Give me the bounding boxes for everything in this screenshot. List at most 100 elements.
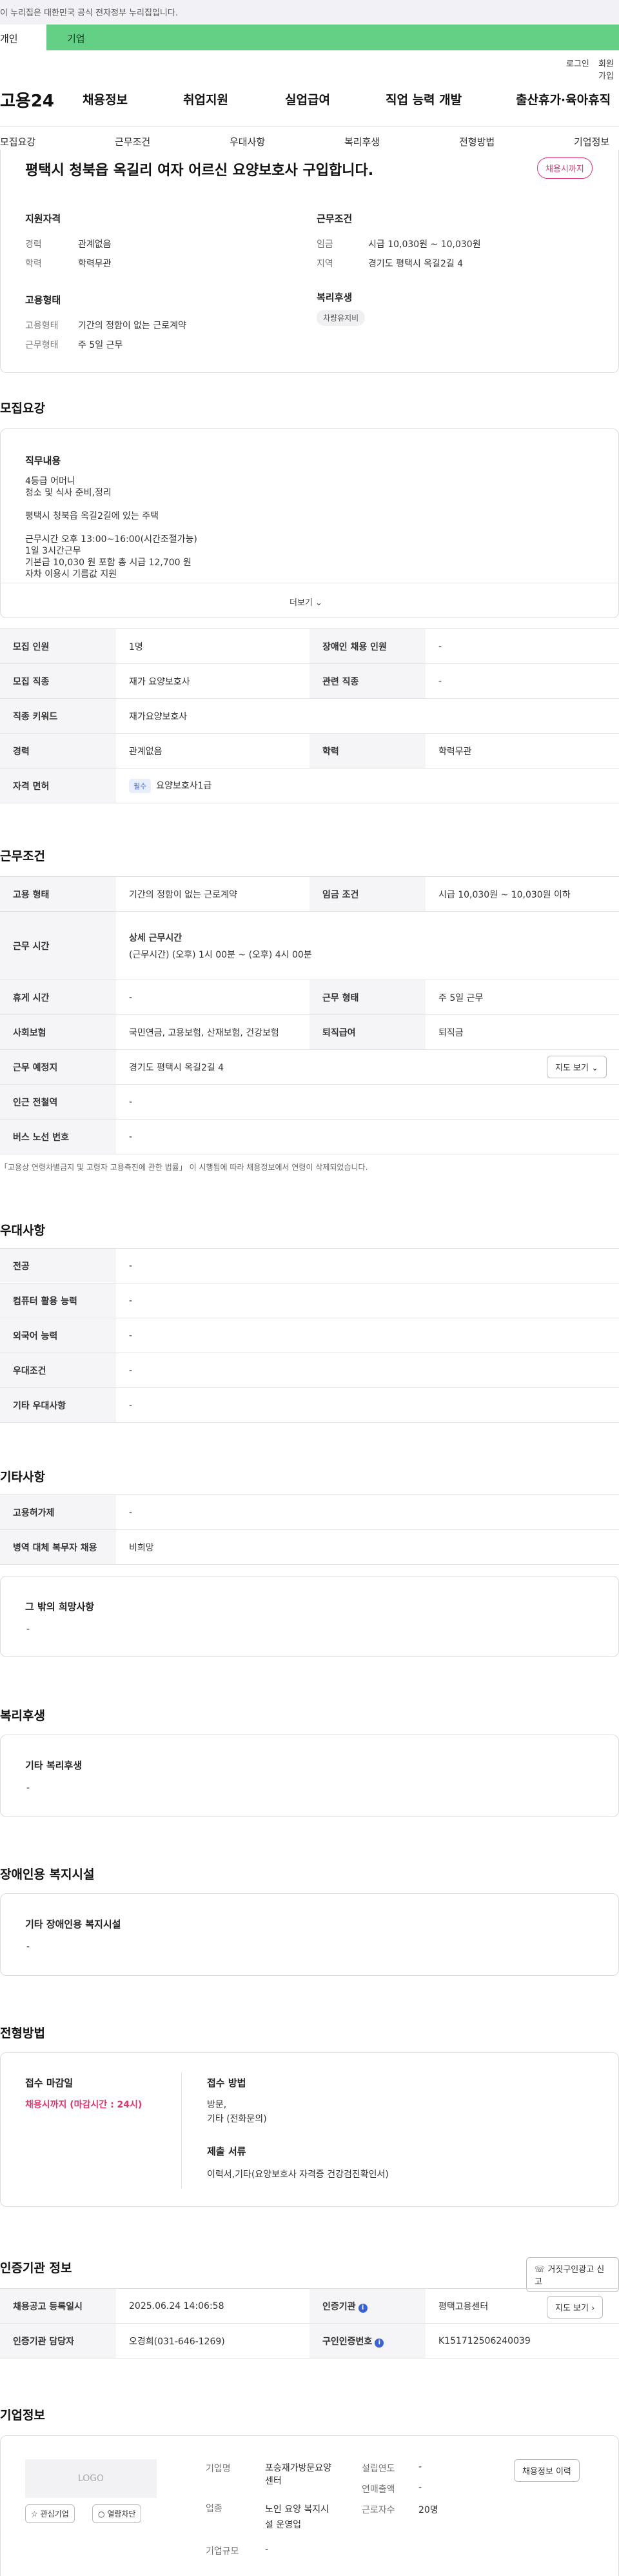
- region-label: 지역: [317, 259, 333, 269]
- chevron-down-icon: ⌄: [315, 598, 322, 608]
- gnb-skill-development[interactable]: 직업 능력 개발: [386, 90, 462, 108]
- block-label: 열람차단: [107, 2510, 136, 2519]
- cell-label: 모집 직종: [0, 663, 116, 699]
- table-row: 근무 예정지 경기도 평택시 옥길2길 4: [0, 1049, 619, 1085]
- recruit-table: 모집 인원 1명 장애인 채용 인원 - 모집 직종 재가 요양보호사 관련 직…: [0, 629, 619, 803]
- org-label: 인증기관: [322, 2301, 356, 2312]
- cell-value: -: [116, 1387, 619, 1423]
- nav-company[interactable]: 기업정보: [574, 135, 609, 148]
- table-row: 모집 직종 재가 요양보호사 관련 직종 -: [0, 663, 619, 699]
- info-icon[interactable]: i: [375, 2338, 384, 2348]
- nav-selection[interactable]: 전형방법: [459, 135, 495, 148]
- status-badge: 채용시까지: [537, 157, 593, 179]
- cell-label: 인증기관 i: [310, 2288, 426, 2324]
- cell-value: -: [116, 1494, 619, 1530]
- wage-label: 임금: [317, 239, 333, 250]
- career-value: 관계없음: [78, 239, 112, 250]
- table-row: 인증기관 담당자 오경희(031-646-1269) 구인인증번호 i K1517…: [0, 2323, 619, 2359]
- more-button[interactable]: 더보기 ⌄: [290, 596, 322, 608]
- table-row: 병역 대체 복무자 채용 비희망: [0, 1529, 619, 1565]
- founded-value: -: [418, 2462, 422, 2472]
- nav-welfare[interactable]: 복리후생: [344, 135, 380, 148]
- duty-line: 평택시 청북읍 옥길2길에 있는 주택: [25, 511, 159, 521]
- gnb-employment-support[interactable]: 취업지원: [183, 90, 228, 108]
- docs-value: 이력서,기타(요양보호사 자격증 건강검진확인서): [207, 2169, 389, 2180]
- industry-value: 노인 요양 복지시 설 운영업: [265, 2502, 329, 2533]
- deadline-title: 접수 마감일: [25, 2077, 74, 2089]
- wish-card: 그 밖의 희망사항 -: [0, 1576, 619, 1657]
- table-row: 근무 시간 상세 근무시간 (근무시간) (오후) 1시 00분 ~ (오후) …: [0, 911, 619, 980]
- gnb-parental-leave[interactable]: 출산휴가·육아휴직: [516, 90, 611, 108]
- cell-value: 1명: [116, 629, 310, 664]
- cell-value: 2025.06.24 14:06:58: [116, 2288, 310, 2324]
- table-row: 인근 전철역 -: [0, 1084, 619, 1120]
- cell-label: 버스 노선 번호: [0, 1119, 116, 1154]
- star-icon: ☆: [31, 2510, 38, 2519]
- report-button[interactable]: ☏ 거짓구인광고 신고: [526, 2257, 619, 2292]
- employees-value: 20명: [418, 2505, 438, 2515]
- wish-title: 그 밖의 희망사항: [25, 1601, 95, 1613]
- table-row: 버스 노선 번호 -: [0, 1119, 619, 1154]
- deadline-value: 채용시까지 (마감시간 : 24시): [25, 2100, 142, 2110]
- nav-preference[interactable]: 우대사항: [230, 135, 265, 148]
- cell-value: -: [116, 1318, 619, 1353]
- founded-label: 설립연도: [362, 2464, 395, 2474]
- welfare-box-value: -: [26, 1783, 30, 1793]
- cell-label: 고용허가제: [0, 1494, 116, 1530]
- docs-title: 제출 서류: [207, 2146, 246, 2157]
- etc-table: 고용허가제 - 병역 대체 복무자 채용 비희망: [0, 1494, 619, 1565]
- nav-recruit[interactable]: 모집요강: [0, 135, 35, 148]
- required-tag: 필수: [129, 778, 152, 793]
- cell-value: -: [116, 1283, 619, 1318]
- cell-value: 경기도 평택시 옥길2길 4: [116, 1049, 619, 1085]
- tab-company[interactable]: 기업: [46, 25, 619, 50]
- cell-label: 우대조건: [0, 1353, 116, 1388]
- cell-label: 기타 우대사항: [0, 1387, 116, 1423]
- industry-line: 설 운영업: [265, 2520, 301, 2530]
- table-row: 사회보험 국민연금, 고용보험, 산재보험, 건강보험 퇴직급여 퇴직금: [0, 1014, 619, 1050]
- hiring-history-button[interactable]: 채용정보 이력: [514, 2459, 580, 2482]
- table-row: 우대조건 -: [0, 1353, 619, 1388]
- nav-conditions[interactable]: 근무조건: [115, 135, 150, 148]
- etc-section-title: 기타사항: [0, 1470, 45, 1484]
- cell-value: -: [426, 629, 619, 664]
- disability-section-title: 장애인용 복지시설: [0, 1867, 95, 1882]
- duty-line: 자차 이용시 기름값 지원: [25, 569, 117, 579]
- cell-label: 근무 형태: [310, 980, 426, 1015]
- duty-line: 4등급 어머니: [25, 476, 75, 487]
- gnb-jobs[interactable]: 채용정보: [83, 90, 128, 108]
- favorite-company-button[interactable]: ☆ 관심기업: [25, 2504, 75, 2523]
- industry-line: 노인 요양 복지시: [265, 2504, 329, 2515]
- block-view-button[interactable]: ○ 열람차단: [92, 2504, 142, 2523]
- cell-label: 자격 면허: [0, 768, 116, 803]
- cell-label: 모집 인원: [0, 629, 116, 664]
- signup-link[interactable]: 회원가입: [598, 57, 619, 81]
- map-button[interactable]: 지도 보기 ⌄: [547, 1056, 607, 1078]
- revenue-value: -: [418, 2482, 422, 2493]
- table-row: 자격 면허 필수 요양보호사1급: [0, 768, 619, 803]
- cert-label: 구인인증번호: [322, 2336, 373, 2347]
- wage-value: 시급 10,030원 ~ 10,030원: [368, 239, 481, 250]
- company-name-value: 포승재가방문요양 센터: [265, 2462, 331, 2488]
- table-row: 휴게 시간 - 근무 형태 주 5일 근무: [0, 980, 619, 1015]
- duty-line: 기본급 10,030 원 포함 총 시급 12,700 원: [25, 558, 192, 568]
- tab-personal[interactable]: 개인: [0, 25, 46, 50]
- welfare-box-title: 기타 복리후생: [25, 1760, 83, 1771]
- cell-value: 오경희(031-646-1269): [116, 2323, 310, 2359]
- gov-banner: 이 누리집은 대한민국 공식 전자정부 누리집입니다.: [0, 0, 619, 25]
- agency-map-label: 지도 보기: [555, 2304, 589, 2313]
- disability-card: 기타 장애인용 복지시설 -: [0, 1893, 619, 1976]
- agency-map-button[interactable]: 지도 보기 ›: [547, 2296, 604, 2319]
- summary-card: 평택시 청북읍 옥길리 여자 어르신 요양보호사 구입합니다. 채용시까지 지원…: [0, 150, 619, 373]
- info-icon[interactable]: i: [358, 2303, 368, 2313]
- site-logo[interactable]: 고용24: [0, 88, 54, 112]
- conditions-section-title: 근무조건: [0, 849, 45, 863]
- emp-type-value: 기간의 정함이 없는 근로계약: [78, 321, 186, 331]
- login-link[interactable]: 로그인: [566, 57, 589, 69]
- more-label: 더보기: [290, 598, 313, 608]
- cell-value: 국민연금, 고용보험, 산재보험, 건강보험: [116, 1014, 310, 1050]
- cell-value: 필수 요양보호사1급: [116, 768, 619, 803]
- table-row: 외국어 능력 -: [0, 1318, 619, 1353]
- table-row: 모집 인원 1명 장애인 채용 인원 -: [0, 629, 619, 664]
- gnb-unemployment-benefit[interactable]: 실업급여: [285, 90, 330, 108]
